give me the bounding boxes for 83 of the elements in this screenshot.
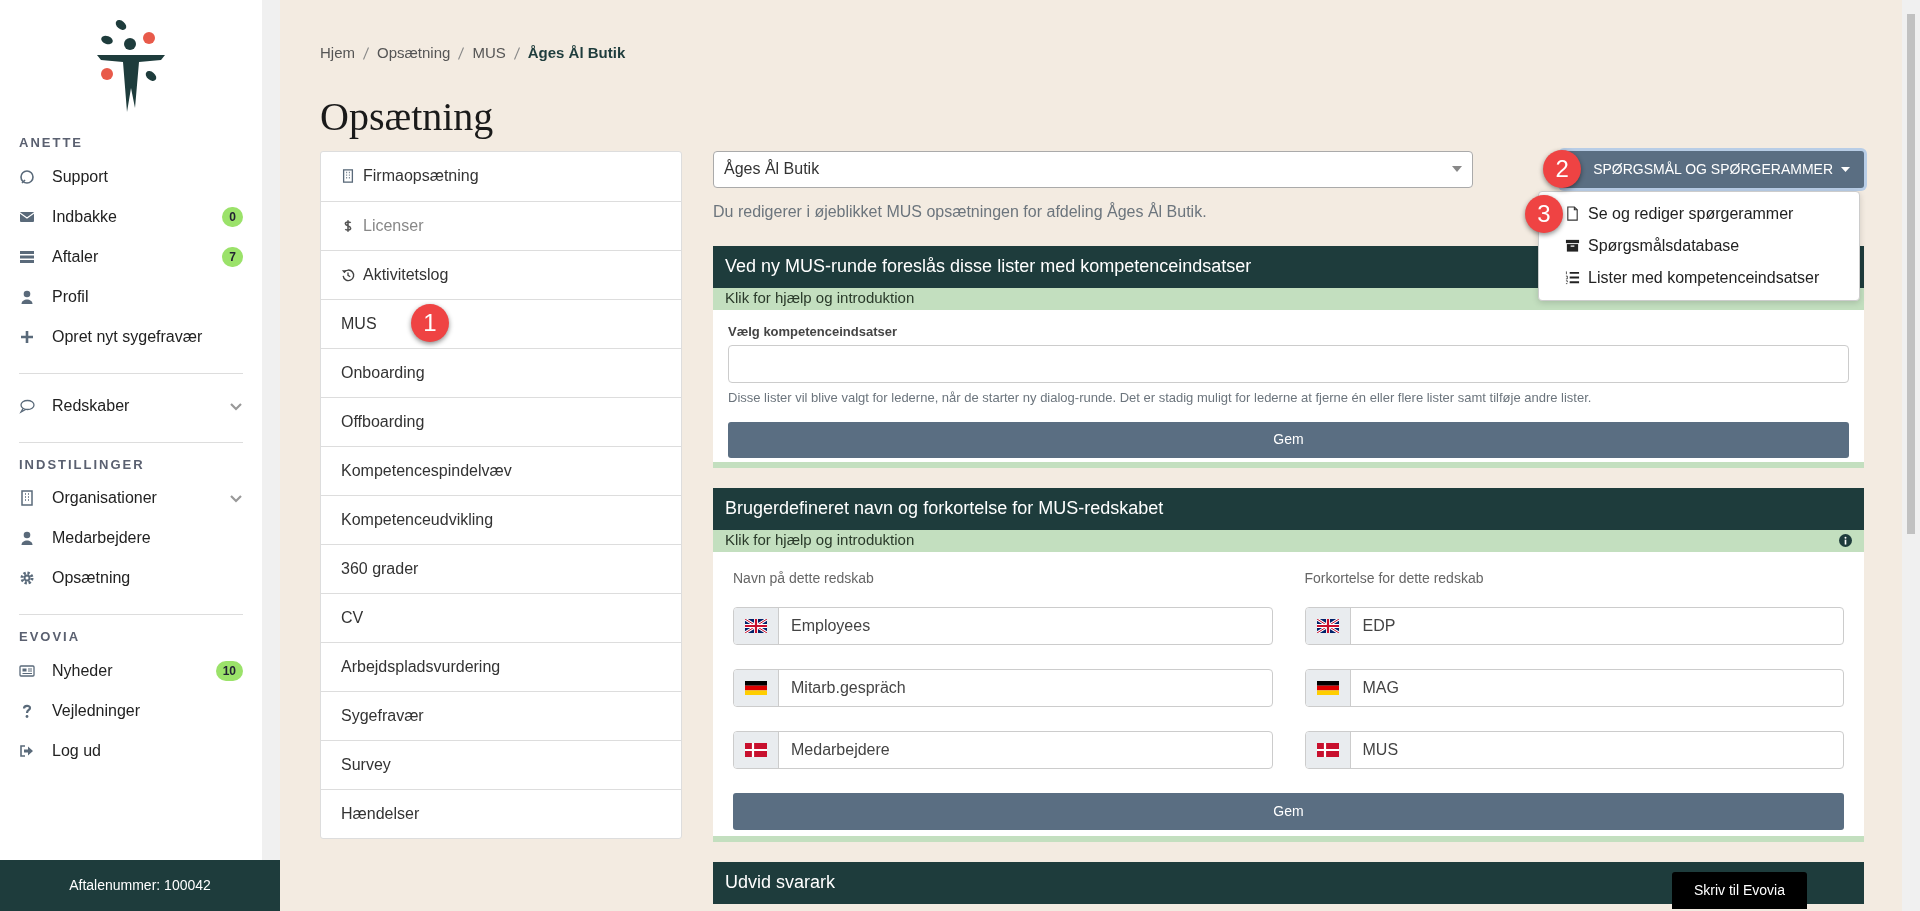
section-heading: ANETTE [19, 134, 83, 152]
caret-icon [1452, 166, 1462, 172]
building-icon [19, 490, 35, 506]
danish-flag-icon [745, 742, 767, 757]
sidebar-item[interactable]: Aftaler 7 [19, 236, 243, 277]
settings-menu-item[interactable]: Firmaopsætning [321, 151, 681, 201]
settings-menu-item[interactable]: CV [321, 592, 681, 642]
caret-icon [1841, 166, 1850, 172]
count-badge: 10 [215, 660, 243, 681]
sidebar-item[interactable]: Opret nyt sygefravær [19, 316, 243, 357]
input-field[interactable]: Employees [733, 606, 1273, 645]
sidebar-item[interactable]: Nyheder 10 [19, 650, 243, 691]
save-button[interactable]: Gem [733, 792, 1844, 830]
archive-box-icon [1565, 238, 1580, 253]
department-note: Du redigerer i øjeblikket MUS opsætningen for afdeling Åges Ål Butik. [713, 201, 1207, 222]
speech-bubble-icon [19, 397, 35, 414]
input-field[interactable]: Mitarb.gespräch [733, 668, 1273, 707]
settings-menu-item[interactable]: Arbejdspladsvurdering [321, 641, 681, 691]
input-field[interactable]: Medarbejdere [733, 730, 1273, 769]
settings-menu-item[interactable]: Offboarding [321, 396, 681, 446]
building-icon [341, 169, 355, 183]
list-icon [19, 248, 35, 265]
uk-flag-icon [1316, 618, 1339, 633]
column-label: Forkortelse for dette redskab [1304, 568, 1484, 588]
breadcrumb-separator [363, 46, 369, 60]
sidebar-item[interactable]: Organisationer [19, 478, 243, 518]
settings-menu-item[interactable]: 360 grader [321, 543, 681, 593]
column-label: Navn på dette redskab [733, 568, 874, 588]
breadcrumb-link[interactable]: Opsætning [377, 42, 451, 65]
settings-menu-item[interactable]: Sygefravær [321, 690, 681, 740]
breadcrumb-current: Åges Ål Butik [527, 43, 626, 63]
input-field[interactable]: EDP [1304, 606, 1844, 645]
department-select[interactable]: Åges Ål Butik [713, 150, 1473, 188]
breadcrumb-separator [458, 46, 465, 60]
step-marker: 2 [1543, 149, 1582, 188]
user-icon [19, 288, 35, 305]
step-marker: 1 [411, 303, 449, 342]
panel-title: Brugerdefineret navn og forkortelse for MUS-redskabet [713, 487, 1864, 530]
sidebar-item[interactable]: Redskaber [19, 385, 243, 426]
count-badge: 7 [222, 246, 243, 267]
settings-menu-item[interactable]: Kompetencespindelvæv [321, 445, 681, 495]
logout-icon [19, 742, 35, 759]
settings-menu-item[interactable]: Kompetenceudvikling [321, 494, 681, 544]
breadcrumb-separator [513, 46, 520, 60]
input-field[interactable]: MAG [1304, 668, 1844, 707]
breadcrumb-link[interactable]: Hjem [320, 42, 355, 65]
section-heading: INDSTILLINGER [19, 455, 145, 474]
settings-menu-item[interactable]: Survey [321, 739, 681, 789]
sidebar-item[interactable]: Medarbejdere [19, 518, 243, 558]
history-icon [341, 267, 355, 282]
user-icon [19, 530, 35, 546]
settings-icon [19, 570, 35, 586]
breadcrumb-link[interactable]: MUS [472, 42, 506, 65]
settings-menu-item[interactable]: Onboarding [321, 347, 681, 397]
sidebar-item[interactable]: Indbakke 0 [19, 196, 243, 237]
german-flag-icon [745, 680, 767, 695]
dropdown-item[interactable]: Se og rediger spørgerammer [1563, 197, 1859, 230]
uk-flag-icon [745, 618, 767, 633]
input-field[interactable] [728, 345, 1849, 383]
danish-flag-icon [1316, 742, 1339, 757]
settings-menu-item[interactable]: Hændelser [321, 788, 681, 838]
settings-menu-item[interactable]: Aktivitetslog [321, 249, 681, 299]
help-bar[interactable]: Klik for hjælp og introduktion [713, 529, 1864, 552]
input-field[interactable]: MUS [1304, 730, 1844, 769]
sidebar-item[interactable]: Log ud [19, 730, 243, 771]
page-title: Opsætning [320, 94, 494, 139]
field-label: Vælg kompetenceindsatser [728, 322, 898, 341]
numbered-list-icon [1565, 270, 1580, 285]
plus-icon [19, 328, 35, 345]
info-icon [1839, 534, 1852, 547]
sidebar-item[interactable]: Vejledninger [19, 690, 243, 731]
sidebar-item[interactable]: Profil [19, 276, 243, 317]
german-flag-icon [1316, 680, 1339, 695]
count-badge: 0 [222, 206, 243, 227]
step-marker: 3 [1525, 194, 1563, 233]
file-icon [1565, 206, 1580, 221]
sidebar-item[interactable]: Support [19, 156, 243, 197]
help-text: Disse lister vil blive valgt for lederne, når de starter ny dialog-runde. Det er stadig muligt for lederne at fjerne én eller flere lister samt tilføje andre lister. [728, 389, 1592, 407]
save-button[interactable]: Gem [728, 421, 1849, 458]
newspaper-icon [19, 662, 35, 679]
section-heading: EVOVIA [19, 628, 81, 646]
sidebar-item[interactable]: Opsætning [19, 558, 243, 598]
agreement-number: Aftalenummer: 100042 [0, 860, 280, 911]
